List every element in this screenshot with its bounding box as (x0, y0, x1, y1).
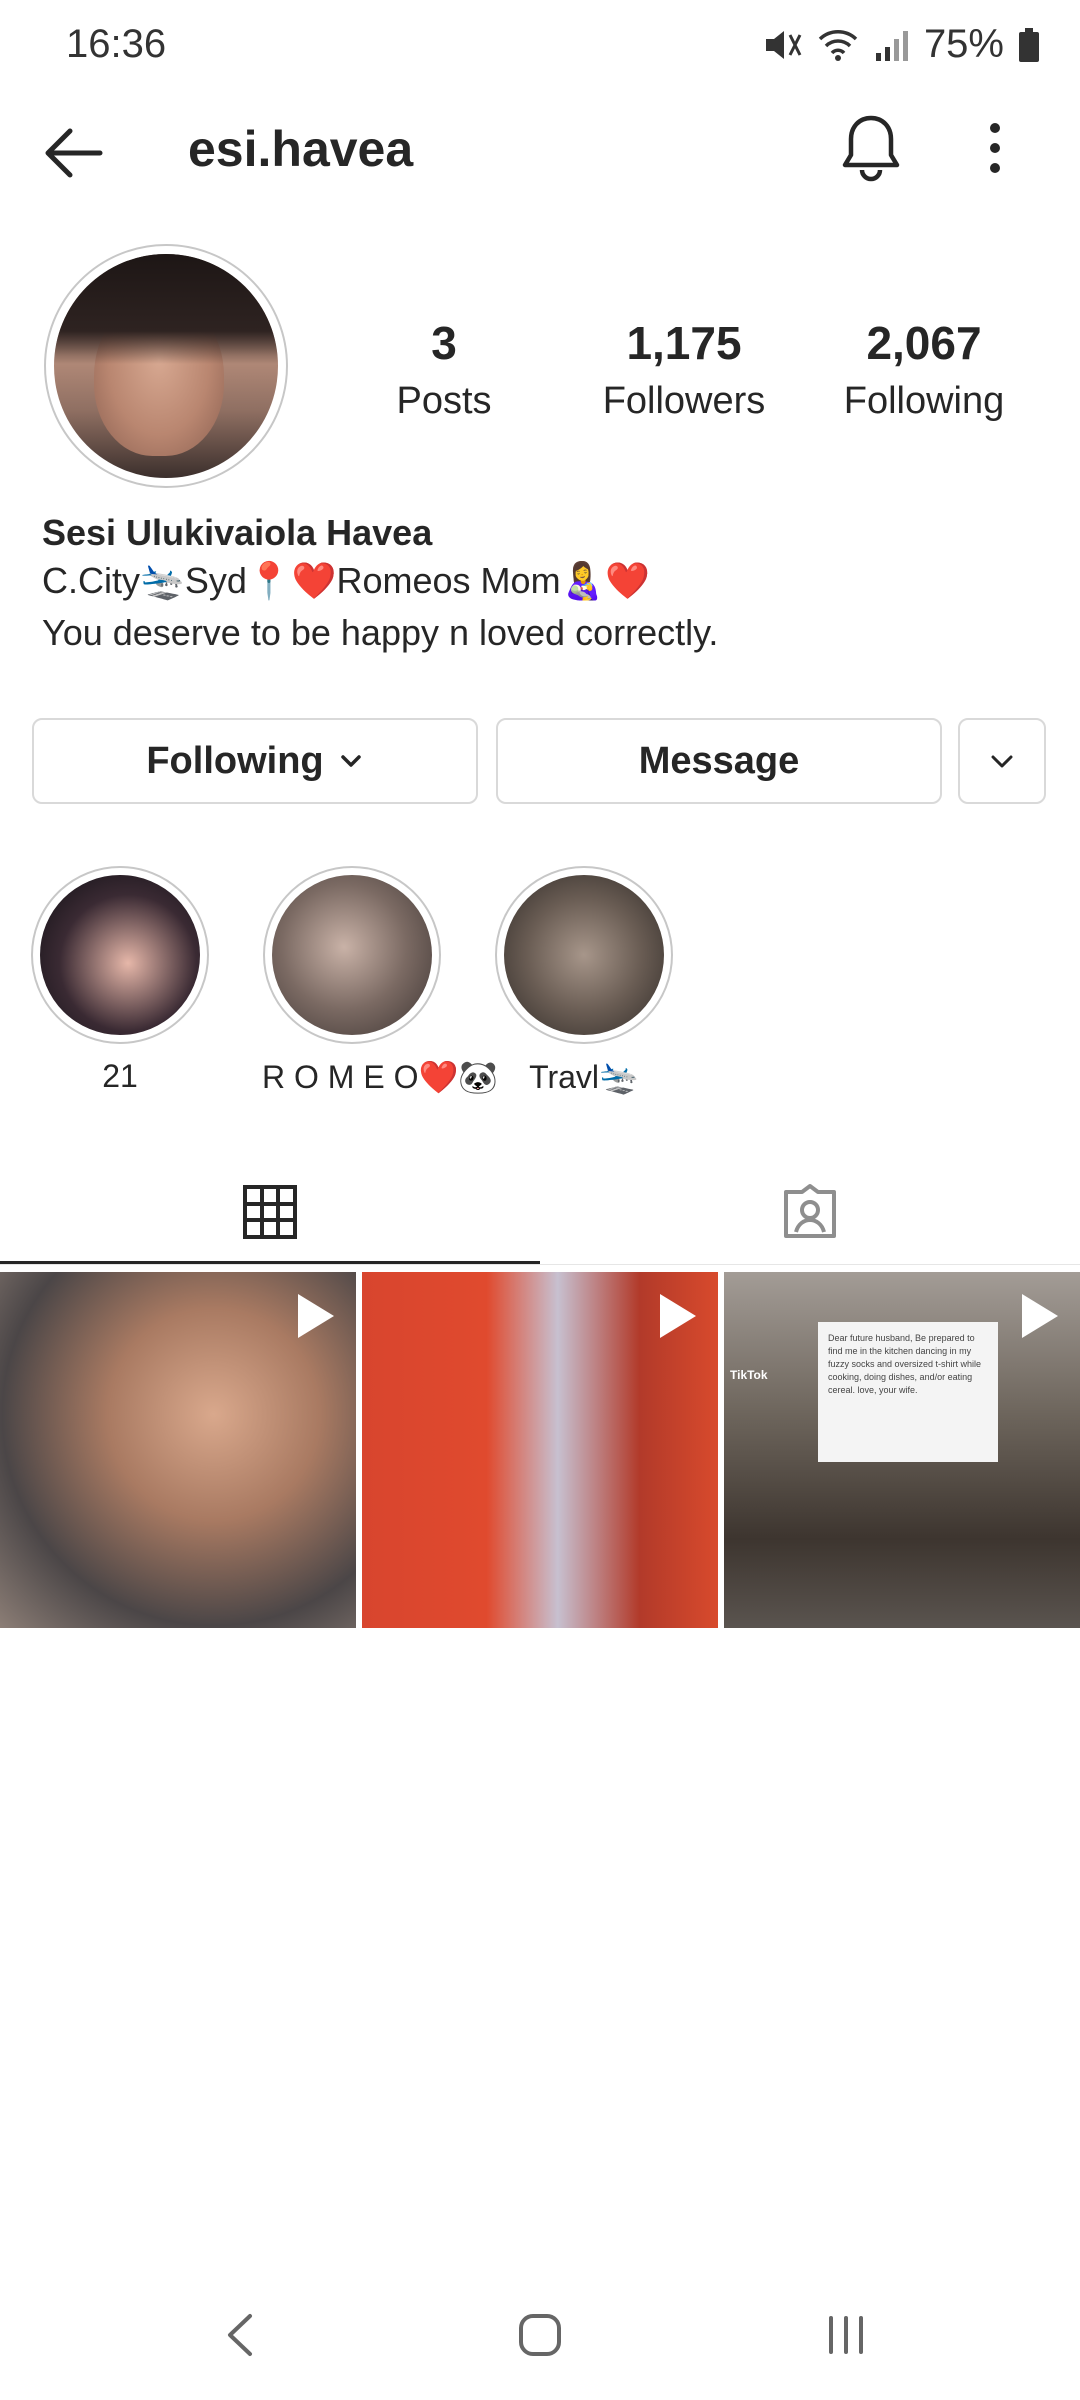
reel-play-icon (660, 1294, 696, 1338)
posts-count: 3 (431, 317, 457, 369)
post-note-text: Dear future husband, Be prepared to find… (818, 1322, 998, 1462)
post-thumbnail[interactable]: Dear future husband, Be prepared to find… (724, 1272, 1080, 1628)
signal-icon (875, 30, 908, 61)
posts-label: Posts (396, 380, 492, 422)
bio-line-2: You deserve to be happy n loved correctl… (42, 612, 719, 653)
status-icons: 75% (762, 22, 1040, 67)
highlight-label: R O M E O❤️🐼 (262, 1059, 499, 1095)
mute-icon (765, 30, 802, 59)
status-time: 16:36 (66, 22, 167, 66)
profile-avatar[interactable] (44, 244, 288, 488)
highlight-cover (504, 875, 664, 1035)
nav-back-button[interactable] (200, 2300, 280, 2370)
wifi-icon (818, 29, 858, 61)
chevron-down-icon (991, 755, 1013, 768)
following-button[interactable]: Following (32, 718, 478, 804)
stat-posts[interactable]: 3 Posts (344, 316, 544, 423)
highlight-cover (272, 875, 432, 1035)
tab-posts-grid[interactable] (0, 1160, 540, 1264)
stat-following[interactable]: 2,067 Following (824, 316, 1024, 423)
post-thumbnail[interactable] (0, 1272, 356, 1628)
highlight-item[interactable]: Travl🛬 (494, 866, 674, 1096)
highlight-label: Travl🛬 (529, 1059, 639, 1095)
recents-icon (829, 2316, 863, 2354)
following-label: Following (843, 380, 1005, 422)
back-chevron-icon (228, 2314, 252, 2356)
following-count: 2,067 (866, 317, 982, 369)
more-options-icon[interactable] (980, 118, 1010, 178)
reel-play-icon (1022, 1294, 1058, 1338)
highlight-cover (40, 875, 200, 1035)
tagged-icon (784, 1184, 836, 1238)
stat-followers[interactable]: 1,175 Followers (584, 316, 784, 423)
battery-icon (1019, 27, 1039, 62)
highlight-label: 21 (102, 1058, 138, 1094)
tiktok-watermark: TikTok (730, 1368, 768, 1382)
followers-label: Followers (602, 380, 766, 422)
following-button-label: Following (146, 739, 324, 782)
reel-play-icon (298, 1294, 334, 1338)
tab-tagged[interactable] (540, 1160, 1080, 1264)
message-button-label: Message (638, 739, 800, 782)
post-thumbnail[interactable] (362, 1272, 718, 1628)
bio-line-1: C.City🛬Syd📍❤️Romeos Mom👩‍🍼❤️ (42, 560, 651, 601)
nav-recents-button[interactable] (806, 2300, 886, 2370)
notification-bell-icon[interactable] (840, 112, 902, 182)
profile-full-name: Sesi Ulukivaiola Havea (42, 512, 433, 553)
profile-username: esi.havea (188, 121, 414, 177)
highlight-item[interactable]: R O M E O❤️🐼 (262, 866, 499, 1096)
followers-count: 1,175 (626, 317, 742, 369)
message-button[interactable]: Message (496, 718, 942, 804)
highlight-item[interactable]: 21 (30, 866, 210, 1095)
tab-divider (0, 1264, 1080, 1265)
nav-home-button[interactable] (500, 2300, 580, 2370)
chevron-down-icon (340, 755, 361, 767)
suggested-accounts-button[interactable] (958, 718, 1046, 804)
back-arrow-icon[interactable] (40, 120, 106, 186)
avatar-image (54, 254, 278, 478)
grid-icon (243, 1185, 297, 1239)
battery-percent: 75% (923, 22, 1004, 66)
home-square-icon (519, 2314, 561, 2356)
